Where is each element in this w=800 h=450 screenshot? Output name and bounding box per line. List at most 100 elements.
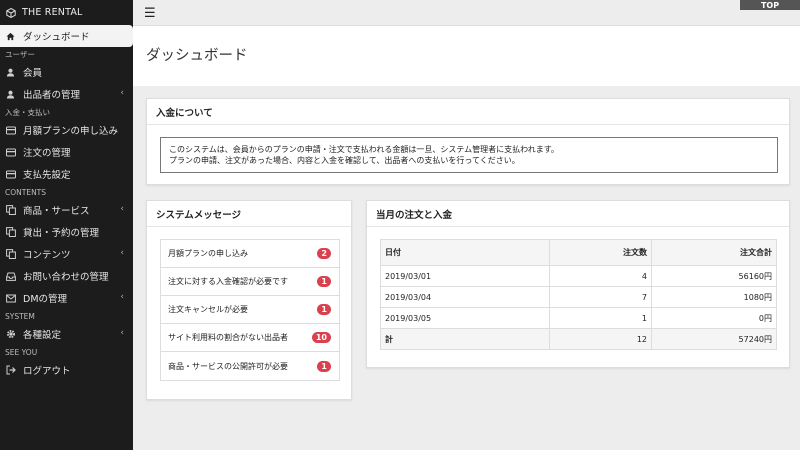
system-messages-panel: システムメッセージ 月額プランの申し込み 2 注文に対する入金確認が必要です 1… — [146, 200, 352, 400]
copy-icon — [5, 249, 16, 260]
monthly-orders-panel: 当月の注文と入金 日付 注文数 注文合計 2019/03/01 4 56160円… — [366, 200, 790, 368]
sidebar-item[interactable]: 商品・サービス ‹ — [0, 199, 133, 221]
sidebar-item[interactable]: 会員 — [0, 61, 133, 83]
column-header-count: 注文数 — [549, 239, 652, 266]
sidebar-item[interactable]: ダッシュボード — [0, 25, 133, 47]
about-panel: 入金について このシステムは、会員からのプランの申請・注文で支払われる金額は一旦… — [146, 98, 790, 185]
table-header-row: 日付 注文数 注文合計 — [380, 239, 777, 266]
count-badge: 1 — [317, 360, 331, 372]
page-header: ダッシュボード — [133, 26, 800, 86]
sidebar-item[interactable]: DMの管理 ‹ — [0, 287, 133, 309]
sidebar-item-label: ログアウト — [23, 366, 71, 377]
hamburger-icon[interactable]: ☰ — [144, 6, 156, 21]
cell-total: 1080円 — [651, 286, 777, 308]
message-label: 注文キャンセルが必要 — [168, 305, 248, 314]
about-notice-line: このシステムは、会員からのプランの申請・注文で支払われる金額は一旦、システム管理… — [169, 145, 559, 154]
about-notice: このシステムは、会員からのプランの申請・注文で支払われる金額は一旦、システム管理… — [160, 137, 778, 173]
cell-total: 56160円 — [651, 265, 777, 287]
message-label: 注文に対する入金確認が必要です — [168, 277, 288, 286]
brand[interactable]: THE RENTAL — [0, 0, 133, 25]
sidebar-item-label: ダッシュボード — [23, 32, 90, 43]
sidebar-item-label: 各種設定 — [23, 330, 62, 341]
sidebar-item-label: 貸出・予約の管理 — [23, 228, 100, 239]
brand-name: THE RENTAL — [22, 7, 83, 18]
cell-date: 2019/03/05 — [380, 307, 550, 329]
top-button[interactable]: TOP — [740, 0, 800, 10]
sidebar-item-label: 商品・サービス — [23, 206, 90, 217]
sidebar-item[interactable]: 出品者の管理 ‹ — [0, 83, 133, 105]
mail-icon — [5, 293, 16, 304]
cell-total-count: 12 — [549, 328, 652, 350]
sidebar-section-label: ユーザー — [5, 49, 35, 59]
sidebar-item[interactable]: 月額プランの申し込み — [0, 119, 133, 141]
topbar: ☰ TOP — [133, 0, 800, 26]
message-label: 月額プランの申し込み — [168, 249, 248, 258]
cell-count: 7 — [549, 286, 652, 308]
copy-icon — [5, 227, 16, 238]
cell-date: 2019/03/04 — [380, 286, 550, 308]
chevron-left-icon: ‹ — [120, 248, 124, 258]
sidebar-section-label: SYSTEM — [5, 311, 35, 321]
list-item[interactable]: サイト利用料の割合がない出品者 10 — [161, 324, 339, 352]
cell-total: 0円 — [651, 307, 777, 329]
cell-total-label: 計 — [380, 328, 550, 350]
list-item[interactable]: 注文キャンセルが必要 1 — [161, 296, 339, 324]
count-badge: 1 — [317, 304, 331, 315]
sidebar-item-label: DMの管理 — [23, 294, 68, 305]
inbox-icon — [5, 271, 16, 282]
cell-count: 4 — [549, 265, 652, 287]
sidebar-section-label: SEE YOU — [5, 347, 38, 357]
logout-icon — [5, 365, 16, 376]
count-badge: 1 — [317, 276, 331, 287]
sidebar-item[interactable]: 注文の管理 — [0, 141, 133, 163]
list-item[interactable]: 商品・サービスの公開許可が必要 1 — [161, 352, 339, 380]
chevron-left-icon: ‹ — [120, 328, 124, 338]
sidebar-section-label: CONTENTS — [5, 187, 47, 197]
chevron-left-icon: ‹ — [120, 204, 124, 214]
orders-table: 日付 注文数 注文合計 2019/03/01 4 56160円 2019/03/… — [380, 239, 777, 350]
monthly-orders-title: 当月の注文と入金 — [367, 201, 789, 227]
sidebar-item[interactable]: 支払先設定 — [0, 163, 133, 185]
table-total-row: 計 12 57240円 — [380, 328, 777, 350]
card-icon — [5, 125, 16, 136]
message-list: 月額プランの申し込み 2 注文に対する入金確認が必要です 1 注文キャンセルが必… — [160, 239, 340, 381]
page-title: ダッシュボード — [146, 48, 248, 64]
message-label: サイト利用料の割合がない出品者 — [168, 333, 288, 342]
list-item[interactable]: 注文に対する入金確認が必要です 1 — [161, 268, 339, 296]
gear-icon — [5, 329, 16, 340]
user-icon — [5, 89, 16, 100]
about-panel-title: 入金について — [147, 99, 789, 125]
column-header-total: 注文合計 — [651, 239, 777, 266]
system-messages-title: システムメッセージ — [147, 201, 351, 227]
sidebar: THE RENTAL ダッシュボードユーザー会員出品者の管理 ‹ 入金・支払い月額プ… — [0, 0, 133, 450]
sidebar-item[interactable]: ログアウト — [0, 359, 133, 381]
sidebar-item-label: 会員 — [23, 68, 43, 79]
column-header-date: 日付 — [380, 239, 550, 266]
cell-count: 1 — [549, 307, 652, 329]
card-icon — [5, 147, 16, 158]
user-icon — [5, 67, 16, 78]
chevron-left-icon: ‹ — [120, 88, 124, 98]
sidebar-item-label: 支払先設定 — [23, 170, 71, 181]
sidebar-item-label: コンテンツ — [23, 250, 71, 261]
sidebar-section-label: 入金・支払い — [5, 107, 50, 117]
count-badge: 2 — [317, 248, 331, 259]
table-row: 2019/03/04 7 1080円 — [380, 286, 777, 308]
cube-icon — [5, 7, 16, 18]
sidebar-nav: ダッシュボードユーザー会員出品者の管理 ‹ 入金・支払い月額プランの申し込み注文の管… — [0, 25, 133, 381]
cell-total-amount: 57240円 — [651, 328, 777, 350]
sidebar-item-label: 注文の管理 — [23, 148, 71, 159]
table-row: 2019/03/01 4 56160円 — [380, 265, 777, 287]
sidebar-item[interactable]: 貸出・予約の管理 — [0, 221, 133, 243]
sidebar-item-label: お問い合わせの管理 — [23, 272, 109, 283]
home-icon — [5, 31, 16, 42]
sidebar-item[interactable]: お問い合わせの管理 — [0, 265, 133, 287]
cell-date: 2019/03/01 — [380, 265, 550, 287]
sidebar-item[interactable]: 各種設定 ‹ — [0, 323, 133, 345]
table-row: 2019/03/05 1 0円 — [380, 307, 777, 329]
count-badge: 10 — [311, 332, 331, 343]
sidebar-item-label: 出品者の管理 — [23, 90, 81, 101]
message-label: 商品・サービスの公開許可が必要 — [168, 361, 288, 371]
sidebar-item[interactable]: コンテンツ ‹ — [0, 243, 133, 265]
list-item[interactable]: 月額プランの申し込み 2 — [161, 240, 339, 268]
